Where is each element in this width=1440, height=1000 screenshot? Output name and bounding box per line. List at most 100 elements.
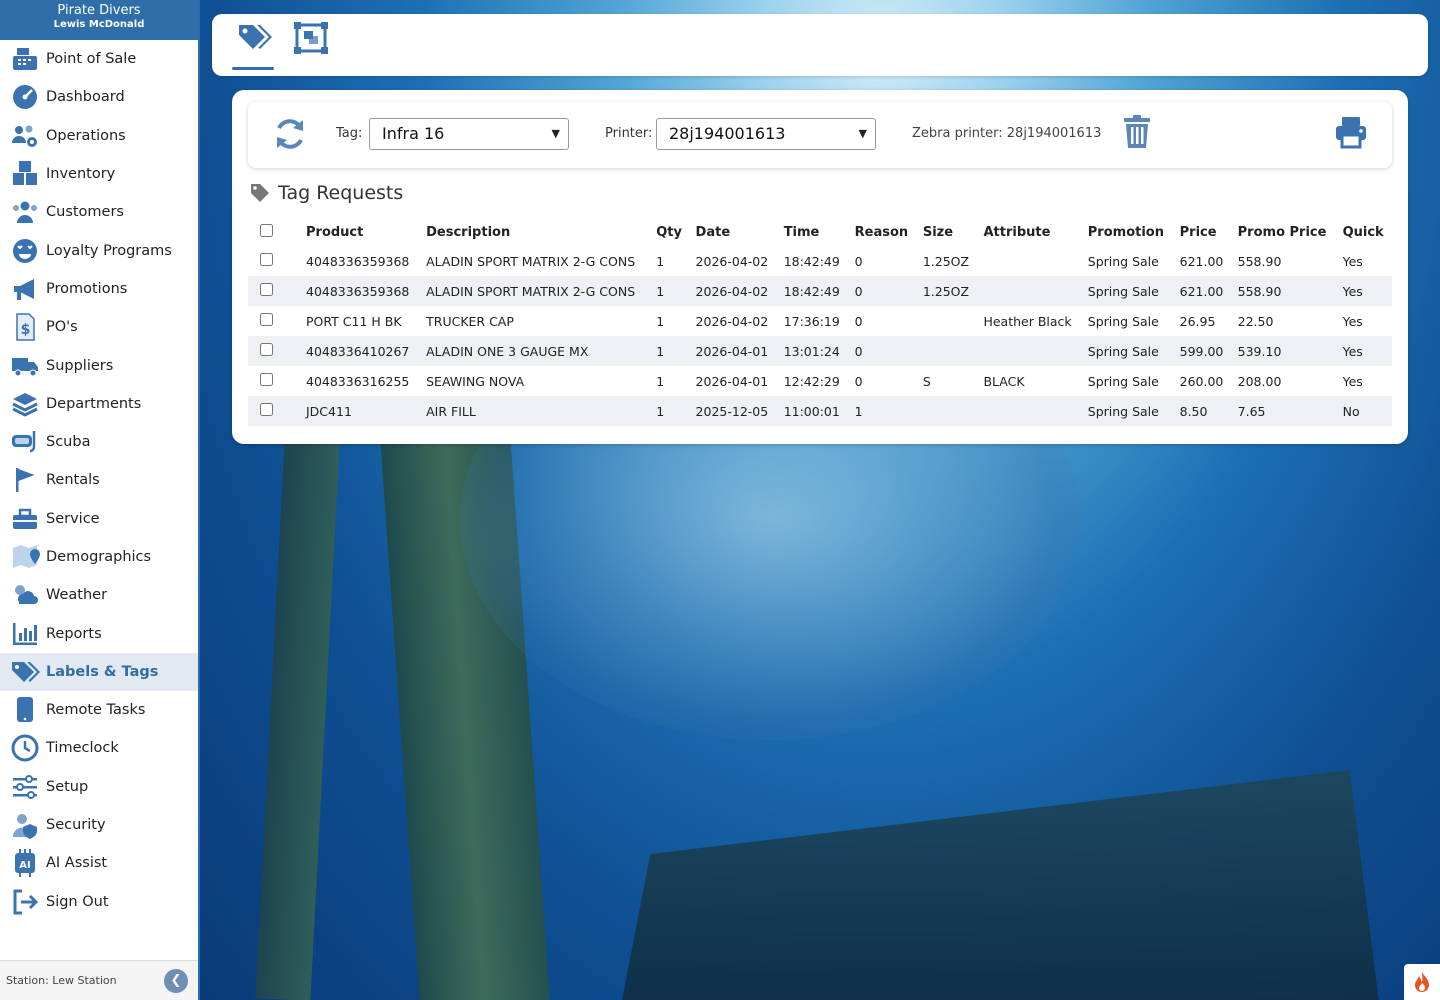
sidebar-item-label: Weather (46, 587, 108, 604)
column-header-qty[interactable]: Qty (650, 218, 689, 246)
column-header-reason[interactable]: Reason (849, 218, 917, 246)
sidebar-item-promotions[interactable]: Promotions (0, 270, 198, 308)
sidebar-item-label: PO's (46, 319, 78, 336)
sidebar-item-security[interactable]: Security (0, 806, 198, 844)
row-checkbox[interactable] (260, 343, 273, 356)
tab-label-layout[interactable] (290, 22, 332, 68)
column-header-time[interactable]: Time (778, 218, 849, 246)
column-header-product[interactable]: Product (300, 218, 420, 246)
column-header-promo-price[interactable]: Promo Price (1232, 218, 1337, 246)
row-checkbox[interactable] (260, 283, 273, 296)
sidebar-item-ai-assist[interactable]: AI AI Assist (0, 844, 198, 882)
row-checkbox[interactable] (260, 403, 273, 416)
cell-time: 13:01:24 (783, 343, 840, 359)
sidebar-item-timeclock[interactable]: Timeclock (0, 729, 198, 767)
sidebar-item-weather[interactable]: Weather (0, 576, 198, 614)
column-header-size[interactable]: Size (917, 218, 978, 246)
cash-register-icon (10, 44, 40, 74)
sidebar-item-customers[interactable]: Customers (0, 193, 198, 231)
cell-promo-price: 558.90 (1237, 253, 1282, 269)
sidebar-item-service[interactable]: Service (0, 500, 198, 538)
cell-description: ALADIN ONE 3 GAUGE MX (426, 343, 589, 359)
table-row[interactable]: 4048336359368 ALADIN SPORT MATRIX 2-G CON… (248, 246, 1392, 276)
trash-icon[interactable] (1122, 114, 1152, 150)
cell-product: PORT C11 H BK (306, 313, 402, 329)
collapse-sidebar-button[interactable]: ❮ (164, 968, 188, 993)
cell-reason: 0 (854, 343, 863, 359)
sidebar-item-demographics[interactable]: Demographics (0, 538, 198, 576)
table-row[interactable]: JDC411 AIR FILL 1 2025-12-05 11:00:01 1 Spring… (248, 396, 1392, 426)
column-header-price[interactable]: Price (1174, 218, 1232, 246)
cell-description: SEAWING NOVA (426, 373, 525, 389)
printer-select[interactable]: 28j194001613 ▼ (656, 118, 876, 150)
tag-icon (239, 25, 272, 49)
tag-select[interactable]: Infra 16 ▼ (369, 118, 569, 150)
sidebar-item-rentals[interactable]: Rentals (0, 461, 198, 499)
svg-text:$: $ (21, 322, 31, 338)
row-select-cell (248, 276, 300, 306)
table-body: 4048336359368 ALADIN SPORT MATRIX 2-G CON… (248, 246, 1392, 426)
select-all-cell (248, 218, 300, 246)
sidebar-item-sign-out[interactable]: Sign Out (0, 883, 198, 921)
row-checkbox[interactable] (260, 313, 273, 326)
table-row[interactable]: 4048336359368 ALADIN SPORT MATRIX 2-G CON… (248, 276, 1392, 306)
select-all-checkbox[interactable] (260, 223, 273, 237)
cloud-sun-icon (10, 580, 40, 610)
invoice-dollar-icon: $ (10, 312, 40, 342)
cell-description: AIR FILL (426, 403, 476, 419)
table-row[interactable]: 4048336316255 SEAWING NOVA 1 2026-04-01 12:4… (248, 366, 1392, 396)
column-header-promotion[interactable]: Promotion (1082, 218, 1174, 246)
loyalty-face-icon (10, 236, 40, 266)
controls-bar: Tag: Infra 16 ▼ Printer: 28j194001613 ▼ … (248, 102, 1392, 168)
cell-product: 4048336359368 (306, 253, 410, 269)
sidebar-item-setup[interactable]: Setup (0, 768, 198, 806)
sidebar-item-label: Suppliers (46, 357, 114, 374)
sidebar-item-remote-tasks[interactable]: Remote Tasks (0, 691, 198, 729)
station-label: Station: Lew Station (6, 974, 117, 987)
tag-label: Tag: (336, 126, 363, 141)
ai-chip-icon: AI (10, 848, 40, 878)
toolbox-icon (10, 504, 40, 534)
cell-promotion: Spring Sale (1087, 313, 1159, 329)
table-row[interactable]: PORT C11 H BK TRUCKER CAP 1 2026-04-02 17:36… (248, 306, 1392, 336)
sidebar-item-label: Operations (46, 127, 126, 144)
sidebar: Pirate Divers Lewis McDonald Point of Sa… (0, 0, 200, 1000)
sidebar-item-loyalty-programs[interactable]: Loyalty Programs (0, 231, 198, 269)
flame-button[interactable] (1404, 964, 1440, 1000)
sidebar-item-dashboard[interactable]: Dashboard (0, 78, 198, 116)
cell-description: ALADIN SPORT MATRIX 2-G CONS (426, 283, 636, 299)
cell-date: 2025-12-05 (695, 403, 769, 419)
sidebar-item-labels-tags[interactable]: Labels & Tags (0, 652, 198, 692)
megaphone-icon (10, 274, 40, 304)
tab-tag-requests[interactable] (232, 22, 276, 70)
row-checkbox[interactable] (260, 373, 273, 386)
sidebar-item-label: Scuba (46, 434, 91, 451)
sidebar-item-label: Labels & Tags (46, 663, 159, 680)
column-header-date[interactable]: Date (690, 218, 778, 246)
sidebar-item-reports[interactable]: Reports (0, 614, 198, 652)
sidebar-item-departments[interactable]: Departments (0, 385, 198, 423)
row-checkbox[interactable] (260, 253, 273, 266)
sidebar-item-suppliers[interactable]: Suppliers (0, 346, 198, 384)
cell-reason: 0 (854, 373, 863, 389)
refresh-icon[interactable] (272, 116, 308, 152)
printer-icon[interactable] (1334, 114, 1368, 150)
sidebar-item-point-of-sale[interactable]: Point of Sale (0, 40, 198, 78)
sidebar-item-scuba[interactable]: Scuba (0, 423, 198, 461)
column-header-description[interactable]: Description (420, 218, 650, 246)
sidebar-item-inventory[interactable]: Inventory (0, 155, 198, 193)
cell-date: 2026-04-02 (695, 313, 769, 329)
sidebar-item-po-s[interactable]: $ PO's (0, 308, 198, 346)
cell-time: 11:00:01 (783, 403, 840, 419)
column-header-attribute[interactable]: Attribute (977, 218, 1081, 246)
cell-reason: 1 (854, 403, 863, 419)
sidebar-item-operations[interactable]: Operations (0, 117, 198, 155)
cell-product: 4048336359368 (306, 283, 410, 299)
svg-text:AI: AI (19, 860, 30, 871)
row-select-cell (248, 396, 300, 426)
table-row[interactable]: 4048336410267 ALADIN ONE 3 GAUGE MX 1 2026-… (248, 336, 1392, 366)
bar-chart-icon (10, 619, 40, 649)
user-name: Lewis McDonald (53, 19, 145, 30)
sidebar-item-label: Remote Tasks (46, 702, 146, 719)
column-header-quick[interactable]: Quick (1337, 218, 1392, 246)
